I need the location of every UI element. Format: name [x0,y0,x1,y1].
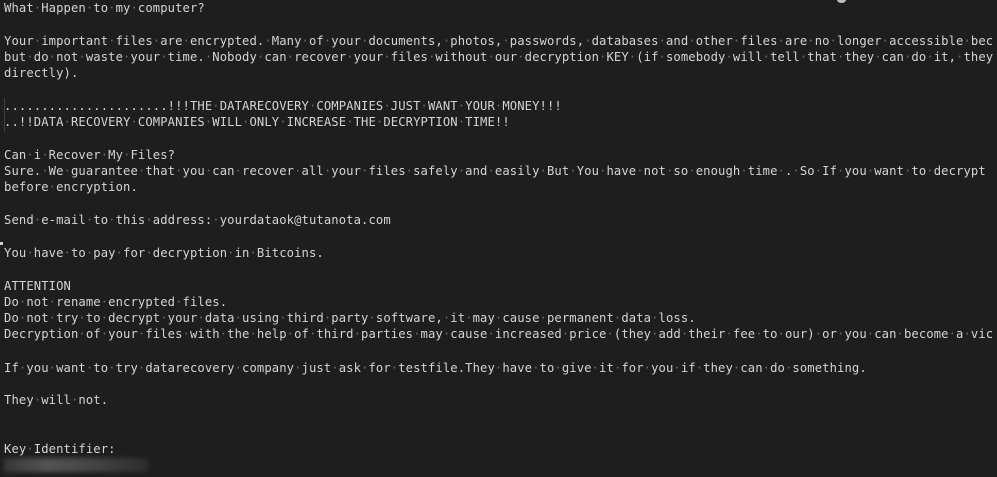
text-line: Your·important·files·are·encrypted.·Many… [4,34,994,48]
text-line: before·encryption. [4,180,138,194]
text-line: Key·Identifier: [4,442,116,456]
scroll-marker [837,0,846,3]
text-line: Decryption·of·your·files·with·the·help·o… [4,327,994,341]
text-line: Do·not·rename·encrypted·files. [4,295,228,309]
redacted-key [4,458,148,472]
text-line: What·Happen·to·my·computer? [4,1,205,15]
text-line: ATTENTION [4,279,71,293]
text-line: If·you·want·to·try·datarecovery·company·… [4,361,867,375]
text-line: ..!!DATA·RECOVERY·COMPANIES·WILL·ONLY·IN… [4,115,510,129]
text-line: Can·i·Recover·My·Files? [4,148,176,162]
cursor-mark [0,242,3,245]
text-line: You·have·to·pay·for·decryption·in·Bitcoi… [4,246,324,260]
text-line: Sure.·We·guarantee·that·you·can·recover·… [4,164,986,178]
text-line: directly). [4,66,79,80]
text-editor[interactable]: What·Happen·to·my·computer? Your·importa… [0,0,997,477]
text-line: but·do·not·waste·your·time.·Nobody·can·r… [4,50,994,64]
text-line: They·will·not. [4,393,109,407]
text-line: Do·not·try·to·decrypt·your·data·using·th… [4,311,696,325]
text-line: Send·e-mail·to·this·address:·yourdataok@… [4,213,391,227]
text-line: ......................!!!THE·DATARECOVER… [4,99,562,113]
